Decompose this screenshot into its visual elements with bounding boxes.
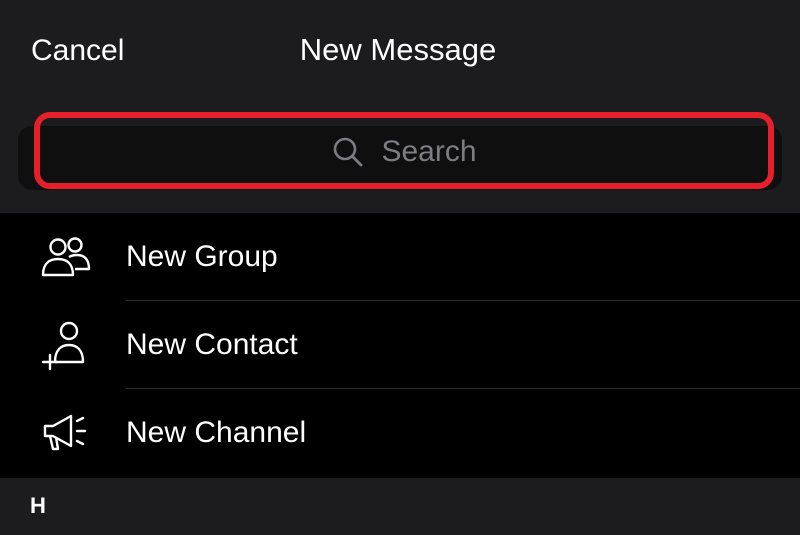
section-header: H [0, 478, 800, 535]
page-title: New Message [299, 32, 497, 67]
search-icon [334, 137, 363, 167]
add-person-icon [38, 321, 94, 370]
new-item-menu: New Group New Contact New Channel [0, 213, 800, 477]
section-letter: H [30, 493, 46, 518]
menu-item-label: New Channel [126, 416, 307, 449]
menu-item-label: New Contact [126, 328, 298, 361]
new-message-screen: Cancel New Message Search New Group New … [0, 0, 800, 535]
megaphone-icon [38, 409, 94, 457]
search-input[interactable]: Search [46, 124, 762, 180]
header: Cancel New Message Search [0, 0, 800, 213]
menu-item-new-channel[interactable]: New Channel [0, 389, 800, 477]
people-icon [38, 233, 94, 281]
menu-item-new-group[interactable]: New Group [0, 213, 800, 301]
menu-item-new-contact[interactable]: New Contact [0, 301, 800, 389]
search-placeholder: Search [381, 135, 477, 168]
menu-item-label: New Group [126, 240, 278, 273]
